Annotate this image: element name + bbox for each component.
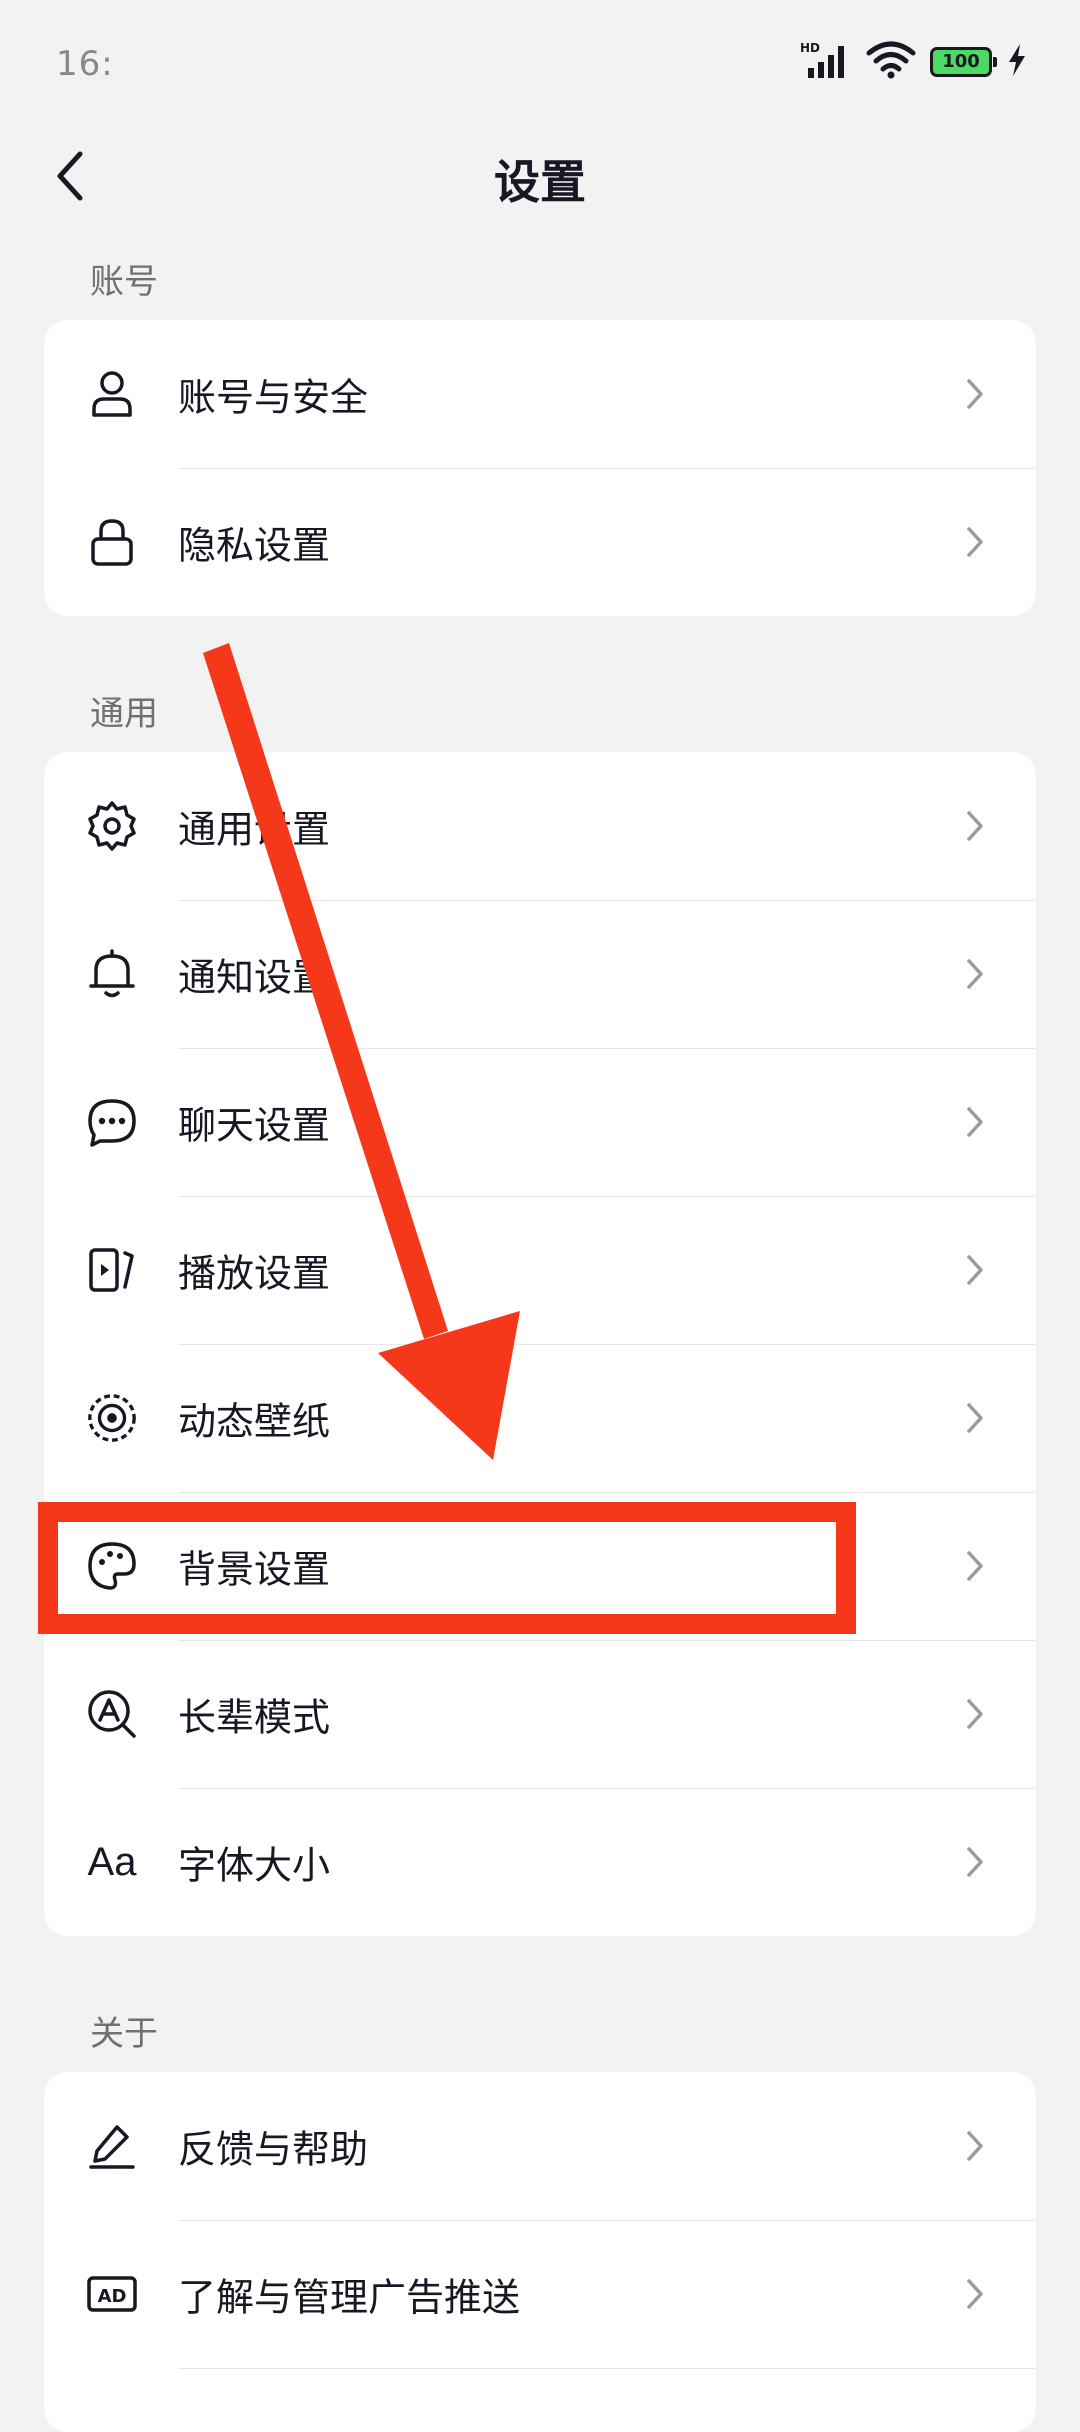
wifi-icon — [866, 41, 916, 83]
settings-row-ad-management[interactable]: AD 了解与管理广告推送 — [44, 2220, 1036, 2368]
chevron-right-icon — [960, 1842, 990, 1882]
chevron-right-icon — [960, 1102, 990, 1142]
chevron-right-icon — [960, 1694, 990, 1734]
play-icon — [86, 1244, 138, 1296]
elder-mode-icon — [86, 1688, 138, 1740]
about-card: 反馈与帮助 AD 了解与管理广告推送 — [44, 2072, 1036, 2432]
settings-row-playback[interactable]: 播放设置 — [44, 1196, 1036, 1344]
chevron-right-icon — [960, 1546, 990, 1586]
chat-icon — [86, 1096, 138, 1148]
status-icons: HD 100 — [800, 40, 1028, 84]
header: 设置 — [0, 128, 1080, 224]
font-size-icon-text: Aa — [87, 1839, 137, 1884]
user-icon — [86, 368, 138, 420]
bell-icon — [86, 948, 138, 1000]
chevron-right-icon — [960, 1250, 990, 1290]
battery-level: 100 — [942, 51, 980, 72]
row-label: 聊天设置 — [178, 1103, 331, 1148]
settings-row-account-security[interactable]: 账号与安全 — [44, 320, 1036, 468]
row-label: 了解与管理广告推送 — [178, 2275, 521, 2320]
gear-icon — [86, 800, 138, 852]
chevron-right-icon — [960, 1398, 990, 1438]
settings-row-elder-mode[interactable]: 长辈模式 — [44, 1640, 1036, 1788]
highlight-annotation-box — [38, 1502, 856, 1634]
wallpaper-icon — [86, 1392, 138, 1444]
settings-row-live-wallpaper[interactable]: 动态壁纸 — [44, 1344, 1036, 1492]
general-card: 通用设置 通知设置 聊天设置 播放设置 动态壁纸 背景设置 长辈模式 Aa 字体… — [44, 752, 1036, 1936]
settings-row-chat[interactable]: 聊天设置 — [44, 1048, 1036, 1196]
lock-icon — [86, 516, 138, 568]
battery-icon: 100 — [930, 47, 997, 77]
settings-row-notification[interactable]: 通知设置 — [44, 900, 1036, 1048]
section-label-general: 通用 — [90, 694, 158, 734]
section-label-account: 账号 — [90, 262, 158, 302]
row-label: 通用设置 — [178, 807, 331, 852]
page-title: 设置 — [494, 155, 586, 209]
chevron-right-icon — [960, 2274, 990, 2314]
status-time: 16: — [56, 44, 114, 84]
settings-row-partial — [44, 2368, 1036, 2432]
hd-signal-icon: HD — [800, 40, 852, 84]
charging-icon — [1006, 43, 1028, 81]
section-label-about: 关于 — [90, 2014, 158, 2054]
chevron-right-icon — [960, 806, 990, 846]
settings-row-general[interactable]: 通用设置 — [44, 752, 1036, 900]
chevron-right-icon — [960, 374, 990, 414]
font-size-icon: Aa — [86, 1836, 138, 1888]
row-label: 通知设置 — [178, 955, 331, 1000]
row-label: 反馈与帮助 — [178, 2127, 369, 2172]
row-label: 长辈模式 — [178, 1695, 331, 1740]
row-label: 动态壁纸 — [178, 1399, 331, 1444]
pencil-icon — [86, 2120, 138, 2172]
settings-row-privacy[interactable]: 隐私设置 — [44, 468, 1036, 616]
chevron-right-icon — [960, 954, 990, 994]
row-label: 隐私设置 — [178, 523, 331, 568]
settings-row-font-size[interactable]: Aa 字体大小 — [44, 1788, 1036, 1936]
svg-text:HD: HD — [800, 41, 820, 55]
row-label: 播放设置 — [178, 1251, 331, 1296]
chevron-right-icon — [960, 2126, 990, 2166]
row-label: 字体大小 — [178, 1843, 331, 1888]
settings-row-feedback[interactable]: 反馈与帮助 — [44, 2072, 1036, 2220]
row-label: 账号与安全 — [178, 375, 369, 420]
account-card: 账号与安全 隐私设置 — [44, 320, 1036, 616]
ad-icon-text: AD — [98, 2286, 127, 2307]
ad-icon: AD — [86, 2268, 138, 2320]
chevron-right-icon — [960, 522, 990, 562]
status-bar: 16: HD 100 — [0, 0, 1080, 128]
